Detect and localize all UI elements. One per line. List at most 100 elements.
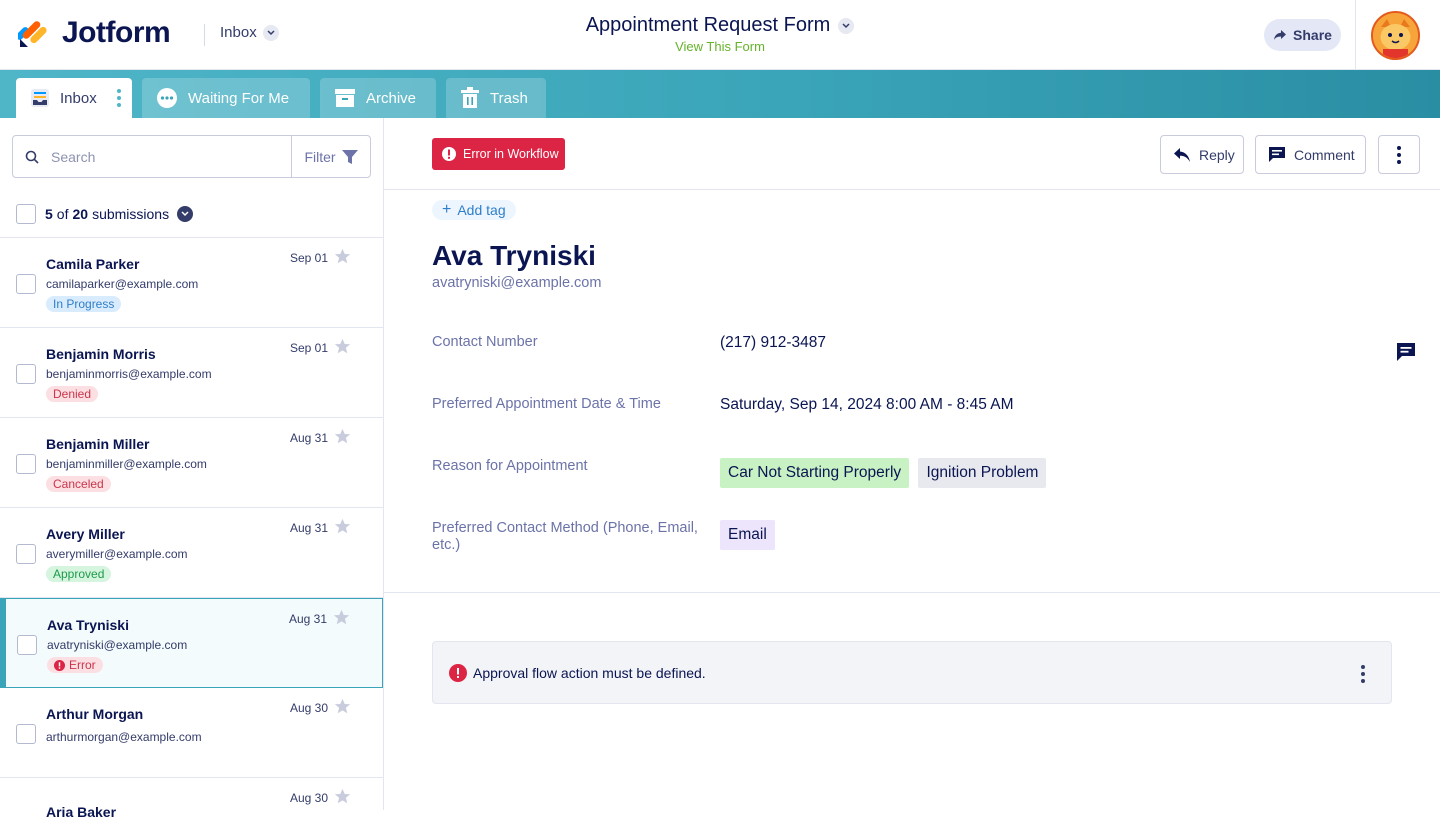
submitter-email: avatryniski@example.com [432,275,602,291]
workflow-alert: Approval flow action must be defined. [432,641,1392,704]
status-badge-text: Denied [53,387,92,401]
form-title[interactable]: Appointment Request Form [586,14,855,37]
reply-arrow-icon [1174,147,1190,162]
submission-item[interactable]: Benjamin Miller benjaminmiller@example.c… [0,418,383,508]
submission-detail-pane: Error in Workflow Reply Comment + Add ta… [384,118,1440,810]
share-arrow-icon [1274,30,1287,40]
star-icon[interactable] [334,248,351,265]
chevron-down-icon [177,205,194,222]
error-icon [54,659,65,671]
form-title-text: Appointment Request Form [585,14,831,36]
field-value-reason: Car Not Starting Properly Ignition Probl… [720,458,1051,488]
tab-options-icon[interactable] [116,89,121,107]
submission-checkbox[interactable] [16,454,36,474]
filter-button[interactable]: Filter [291,136,370,177]
share-label: Share [1293,27,1332,43]
submission-list-pane: Filter 5 of 20 submissions Camila Parker… [0,118,384,818]
comment-button[interactable]: Comment [1255,135,1366,174]
alert-options-icon[interactable] [1361,665,1365,683]
submission-email: avatryniski@example.com [47,638,188,652]
kebab-icon [1397,145,1401,164]
reason-chip: Car Not Starting Properly [720,458,910,488]
count-shown: 5 [45,205,53,222]
submission-count[interactable]: 5 of 20 submissions [45,205,194,222]
error-icon [449,663,467,682]
star-icon[interactable] [334,428,351,445]
tab-bar: Inbox Waiting For Me Archive Trash [0,70,1440,118]
submission-item[interactable]: Avery Miller averymiller@example.com Aug… [0,508,383,598]
field-label-contact-method: Preferred Contact Method (Phone, Email, … [432,520,698,553]
submission-item-selected[interactable]: Ava Tryniski avatryniski@example.com Aug… [0,598,383,688]
field-label-contact-number: Contact Number [432,334,538,350]
tab-archive[interactable]: Archive [320,78,436,118]
status-badge-text: In Progress [53,297,115,311]
submission-name: Arthur Morgan [46,706,144,722]
submission-email: camilaparker@example.com [46,277,199,291]
submission-name: Camila Parker [46,256,140,272]
star-icon[interactable] [334,518,351,535]
submission-checkbox[interactable] [16,364,36,384]
field-value-appointment-datetime: Saturday, Sep 14, 2024 8:00 AM - 8:45 AM [720,396,1014,413]
submission-checkbox[interactable] [16,724,36,744]
chevron-down-icon [838,17,855,34]
field-label-appointment-datetime: Preferred Appointment Date & Time [432,396,661,412]
add-tag-label: Add tag [457,202,506,218]
submitter-name: Ava Tryniski [432,240,596,271]
star-icon[interactable] [333,609,350,626]
comment-icon [1269,147,1285,162]
avatar[interactable] [1371,11,1420,60]
reply-button[interactable]: Reply [1160,135,1244,174]
submission-name: Aria Baker [46,804,117,818]
submission-date: Aug 30 [289,791,328,805]
tab-archive-label: Archive [366,89,417,107]
submission-checkbox[interactable] [16,544,36,564]
submission-name: Avery Miller [46,526,125,542]
count-total: 20 [72,205,89,222]
submission-item[interactable]: Benjamin Morris benjaminmorris@example.c… [0,328,383,418]
tab-waiting-for-me[interactable]: Waiting For Me [142,78,310,118]
comment-icon[interactable] [1396,342,1416,362]
star-icon[interactable] [334,788,351,805]
dots-circle-icon [157,88,177,108]
count-of: of [56,205,69,222]
detail-toolbar: Error in Workflow Reply Comment [384,118,1440,190]
tab-inbox[interactable]: Inbox [16,78,132,118]
top-bar: Jotform Inbox Appointment Request Form V… [0,0,1440,70]
view-form-link[interactable]: View This Form [0,39,1440,54]
trash-icon [461,87,479,108]
submission-checkbox[interactable] [17,635,37,655]
submission-email: benjaminmorris@example.com [46,367,212,381]
search-box: Filter [12,135,371,178]
tab-trash-label: Trash [490,89,528,107]
submission-date: Sep 01 [289,341,328,355]
inbox-icon [31,89,49,107]
plus-icon: + [442,201,452,218]
tab-trash[interactable]: Trash [446,78,546,118]
field-value-contact-number: (217) 912-3487 [720,334,826,351]
avatar-cat-icon [1373,13,1418,58]
submission-email: averymiller@example.com [46,547,188,561]
selection-count-row: 5 of 20 submissions [0,190,383,238]
submission-name: Benjamin Miller [46,436,150,452]
contact-method-chip: Email [720,520,775,550]
status-badge: Canceled [46,476,111,492]
submission-checkbox[interactable] [16,274,36,294]
submission-name: Ava Tryniski [47,617,129,633]
star-icon[interactable] [334,338,351,355]
more-options-button[interactable] [1378,135,1420,174]
section-divider [384,592,1440,593]
status-badge: Denied [46,386,99,402]
error-icon [442,147,456,161]
submission-item[interactable]: Aria Baker Aug 30 [0,778,383,818]
error-in-workflow-badge[interactable]: Error in Workflow [432,138,565,170]
select-all-checkbox[interactable] [16,203,36,224]
share-button[interactable]: Share [1264,19,1341,51]
reply-label: Reply [1199,146,1235,163]
submission-item[interactable]: Arthur Morgan arthurmorgan@example.com A… [0,688,383,778]
tab-waiting-label: Waiting For Me [188,89,290,107]
add-tag-button[interactable]: + Add tag [432,200,516,220]
star-icon[interactable] [334,698,351,715]
search-input[interactable] [51,148,261,165]
status-badge-text: Approved [53,567,105,581]
submission-item[interactable]: Camila Parker camilaparker@example.com S… [0,238,383,328]
